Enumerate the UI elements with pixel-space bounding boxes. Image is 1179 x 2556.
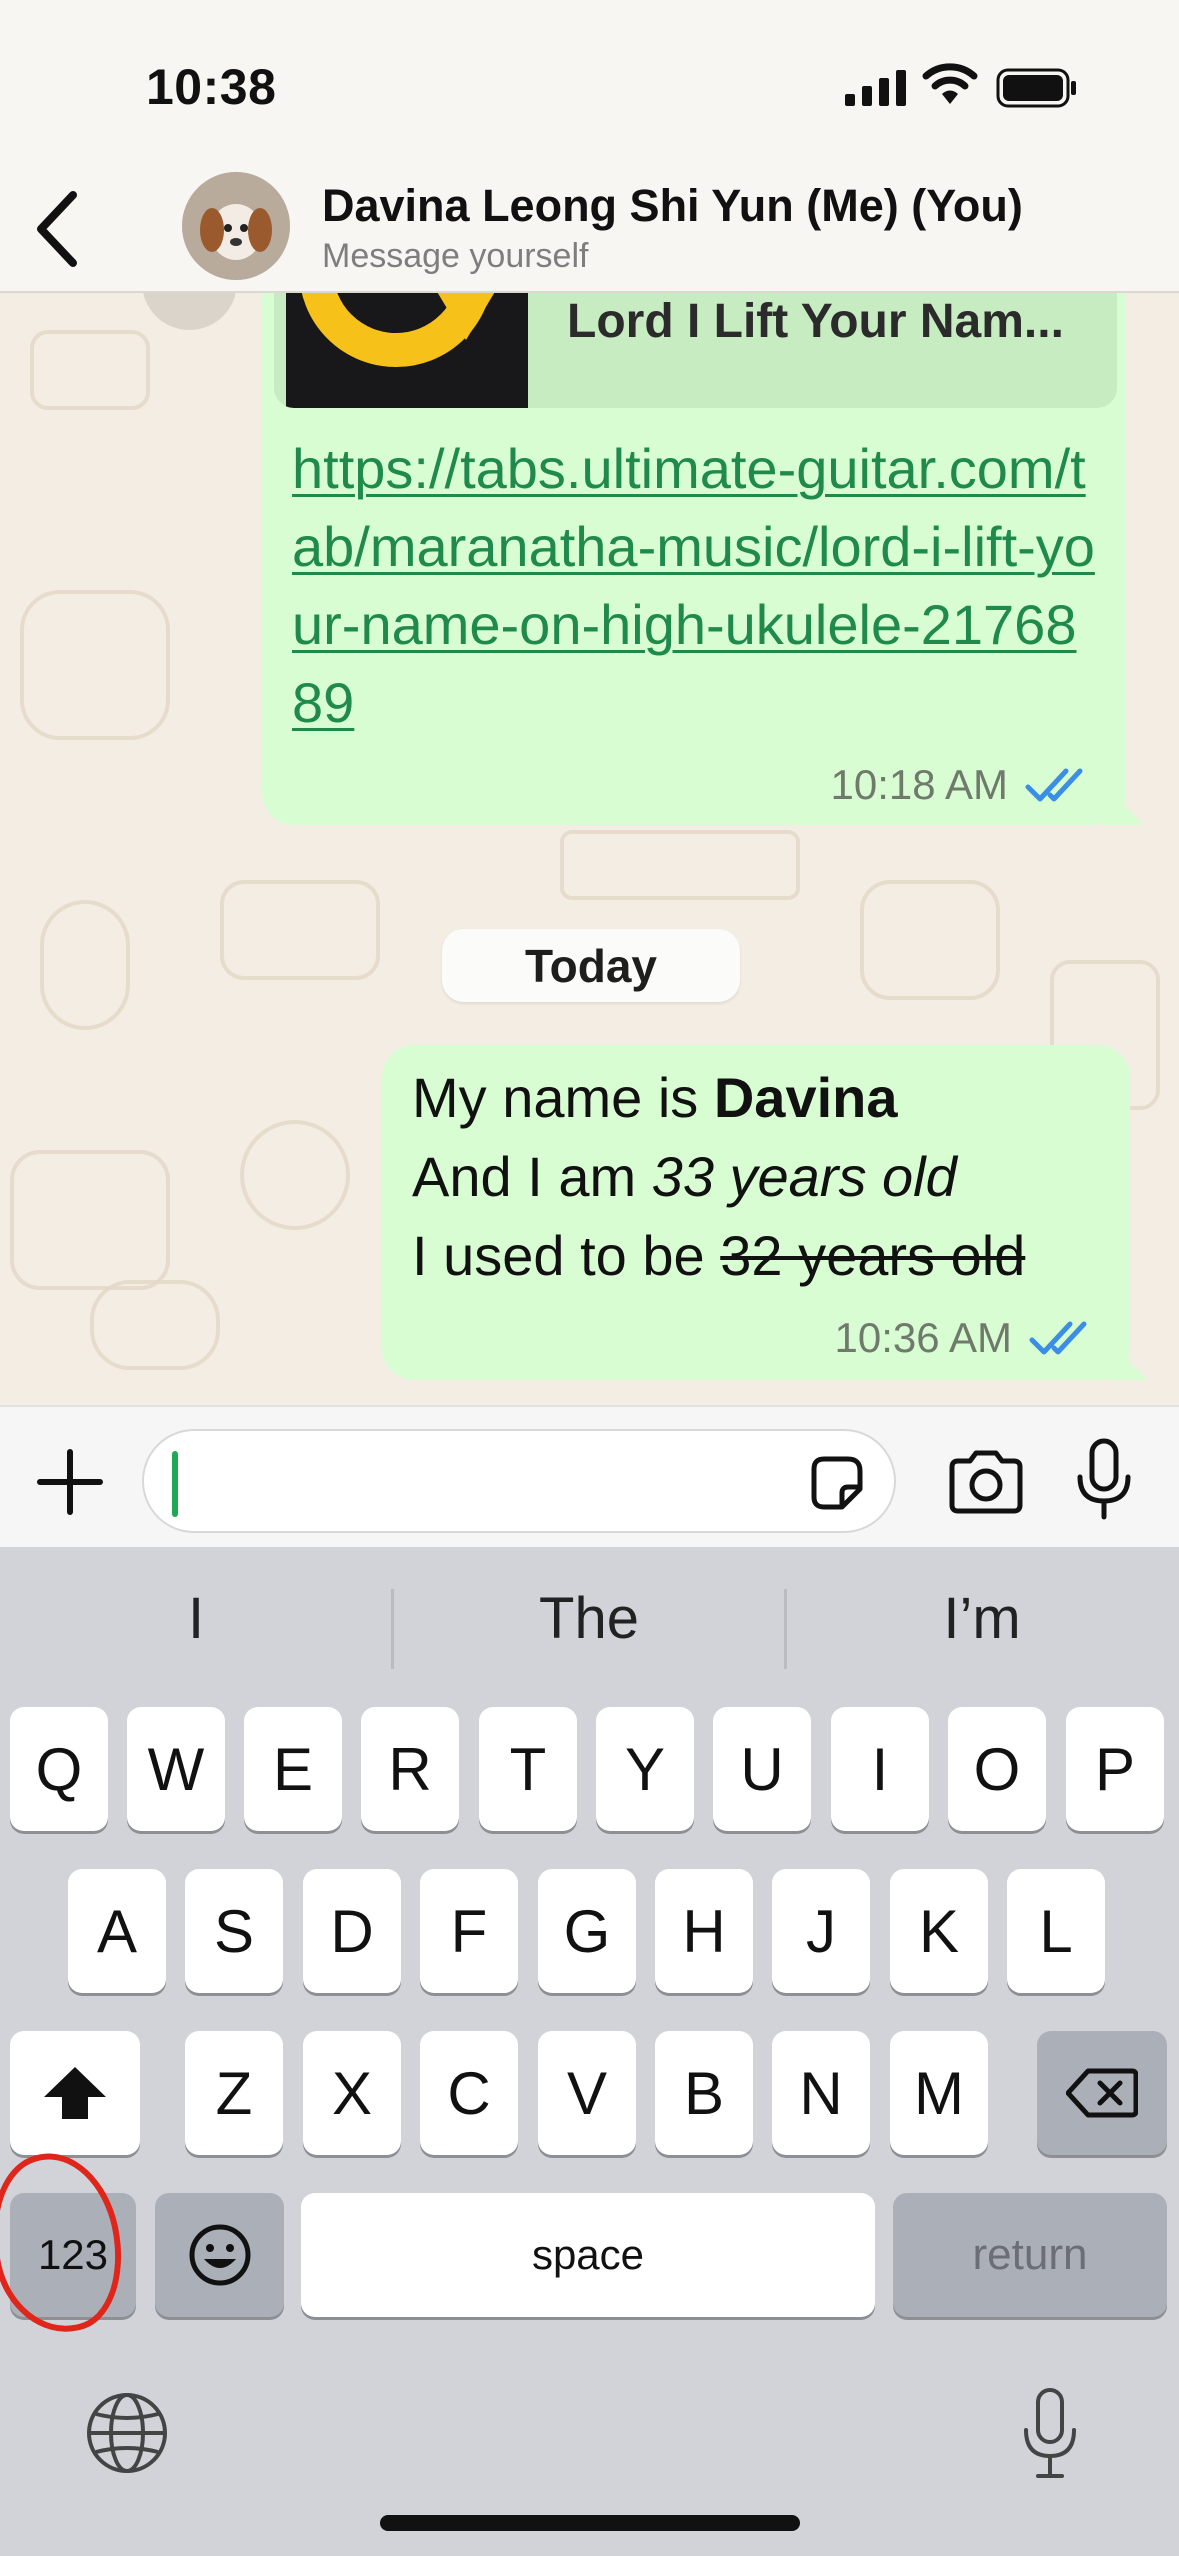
- predictive-suggestions: I The I’m: [0, 1547, 1179, 1702]
- message-input-bar: [0, 1405, 1179, 1547]
- message-bold-text: Davina: [713, 1066, 898, 1129]
- double-check-icon: [1029, 1321, 1087, 1355]
- key-j[interactable]: J: [772, 1869, 870, 1993]
- message-line: I used to be 32 years old: [412, 1223, 1025, 1288]
- key-d[interactable]: D: [303, 1869, 401, 1993]
- message-strikethrough-text: 32 years old: [720, 1224, 1026, 1287]
- wallpaper-doodle: [860, 880, 1000, 1000]
- outgoing-message-link[interactable]: Lord I Lift Your Nam... https://tabs.ult…: [262, 250, 1126, 825]
- outgoing-message-text[interactable]: My name is Davina And I am 33 years old …: [382, 1045, 1130, 1380]
- message-meta: 10:18 AM: [831, 761, 1086, 809]
- key-f[interactable]: F: [420, 1869, 518, 1993]
- camera-icon: [949, 1450, 1023, 1514]
- key-t[interactable]: T: [479, 1707, 577, 1831]
- suggestion-1[interactable]: I: [0, 1585, 392, 1652]
- keyboard-switch-button[interactable]: [84, 2390, 170, 2476]
- message-text: I used to be: [412, 1224, 721, 1287]
- key-b[interactable]: B: [655, 2031, 753, 2155]
- key-q[interactable]: Q: [10, 1707, 108, 1831]
- message-time: 10:36 AM: [834, 1314, 1012, 1361]
- chat-header: Davina Leong Shi Yun (Me) (You) Message …: [0, 165, 1179, 293]
- status-bar: 10:38: [0, 0, 1179, 165]
- return-key[interactable]: return: [893, 2193, 1167, 2317]
- wallpaper-doodle: [30, 330, 150, 410]
- key-s[interactable]: S: [185, 1869, 283, 1993]
- key-r[interactable]: R: [361, 1707, 459, 1831]
- message-line: And I am 33 years old: [412, 1144, 957, 1209]
- microphone-icon: [1077, 1438, 1131, 1520]
- space-key[interactable]: space: [301, 2193, 875, 2317]
- key-v[interactable]: V: [538, 2031, 636, 2155]
- wallpaper-doodle: [560, 830, 800, 900]
- message-meta: 10:36 AM: [835, 1314, 1090, 1362]
- emoji-icon: [189, 2224, 250, 2286]
- backspace-icon: [1066, 2068, 1138, 2118]
- dictation-button[interactable]: [1018, 2386, 1082, 2482]
- voice-message-button[interactable]: [1072, 1437, 1136, 1523]
- date-separator: Today: [442, 929, 740, 1002]
- attach-button[interactable]: [30, 1442, 110, 1522]
- emoji-key[interactable]: [155, 2193, 284, 2317]
- camera-button[interactable]: [946, 1445, 1026, 1517]
- key-p[interactable]: P: [1066, 1707, 1164, 1831]
- text-cursor: [172, 1451, 178, 1517]
- key-g[interactable]: G: [538, 1869, 636, 1993]
- sticker-button[interactable]: [806, 1453, 866, 1513]
- message-line: My name is Davina: [412, 1065, 898, 1130]
- key-u[interactable]: U: [713, 1707, 811, 1831]
- wallpaper-doodle: [40, 900, 130, 1030]
- contact-name[interactable]: Davina Leong Shi Yun (Me) (You): [322, 180, 1023, 232]
- key-o[interactable]: O: [948, 1707, 1046, 1831]
- suggestion-2[interactable]: The: [393, 1585, 785, 1652]
- contact-avatar[interactable]: [182, 172, 290, 280]
- sticker-icon: [811, 1456, 863, 1510]
- double-check-icon: [1025, 768, 1083, 802]
- link-preview-title: Lord I Lift Your Nam...: [567, 295, 1064, 348]
- chevron-left-icon: [37, 191, 77, 267]
- key-h[interactable]: H: [655, 1869, 753, 1993]
- key-m[interactable]: M: [890, 2031, 988, 2155]
- wallpaper-doodle: [240, 1120, 350, 1230]
- delete-key[interactable]: [1037, 2031, 1167, 2155]
- cellular-signal-icon: [845, 70, 906, 106]
- message-text: And I am: [412, 1145, 652, 1208]
- shift-icon: [44, 2067, 106, 2119]
- key-z[interactable]: Z: [185, 2031, 283, 2155]
- message-italic-text: 33 years old: [651, 1145, 957, 1208]
- key-c[interactable]: C: [420, 2031, 518, 2155]
- message-text: My name is: [412, 1066, 714, 1129]
- globe-icon: [87, 2393, 167, 2473]
- status-time: 10:38: [146, 59, 277, 115]
- battery-icon: [996, 68, 1076, 108]
- message-time: 10:18 AM: [830, 761, 1008, 808]
- wallpaper-doodle: [20, 590, 170, 740]
- home-indicator[interactable]: [380, 2515, 800, 2531]
- plus-icon: [37, 1449, 103, 1515]
- message-input[interactable]: [142, 1429, 896, 1533]
- dictation-icon: [1024, 2388, 1076, 2478]
- shift-key[interactable]: [10, 2031, 140, 2155]
- key-a[interactable]: A: [68, 1869, 166, 1993]
- key-w[interactable]: W: [127, 1707, 225, 1831]
- wallpaper-doodle: [90, 1280, 220, 1370]
- wifi-icon: [922, 63, 978, 104]
- back-button[interactable]: [18, 179, 98, 279]
- key-k[interactable]: K: [890, 1869, 988, 1993]
- wallpaper-doodle: [220, 880, 380, 980]
- suggestion-3[interactable]: I’m: [786, 1585, 1178, 1652]
- contact-subtitle: Message yourself: [322, 237, 589, 275]
- key-i[interactable]: I: [831, 1707, 929, 1831]
- key-y[interactable]: Y: [596, 1707, 694, 1831]
- key-e[interactable]: E: [244, 1707, 342, 1831]
- message-link[interactable]: https://tabs.ultimate-guitar.com/tab/mar…: [292, 430, 1102, 742]
- key-l[interactable]: L: [1007, 1869, 1105, 1993]
- key-n[interactable]: N: [772, 2031, 870, 2155]
- wallpaper-doodle: [10, 1150, 170, 1290]
- key-x[interactable]: X: [303, 2031, 401, 2155]
